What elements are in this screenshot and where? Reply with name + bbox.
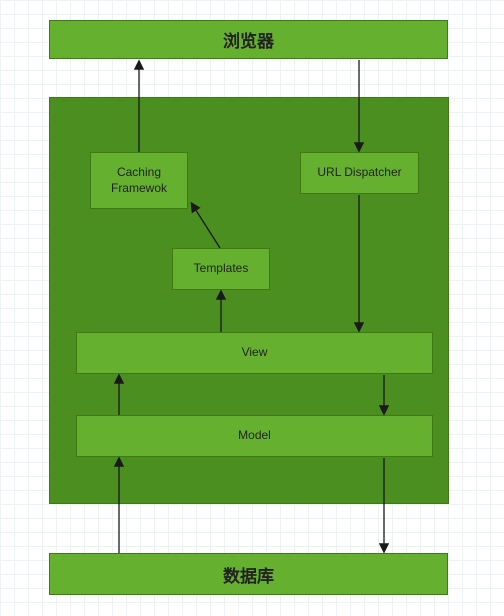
node-browser[interactable]: 浏览器 (49, 20, 448, 59)
node-templates[interactable]: Templates (172, 248, 270, 290)
node-database-label: 数据库 (223, 562, 274, 587)
node-database[interactable]: 数据库 (49, 553, 448, 595)
node-url-dispatcher[interactable]: URL Dispatcher (300, 152, 419, 194)
node-url-dispatcher-label: URL Dispatcher (317, 165, 401, 181)
node-browser-label: 浏览器 (223, 27, 274, 52)
node-view[interactable]: View (76, 332, 433, 374)
node-model-label: Model (238, 428, 271, 444)
node-templates-label: Templates (194, 261, 249, 277)
node-view-label: View (242, 345, 268, 361)
node-model[interactable]: Model (76, 415, 433, 457)
node-caching[interactable]: Caching Framewok (90, 152, 188, 209)
node-caching-label: Caching Framewok (111, 165, 167, 196)
